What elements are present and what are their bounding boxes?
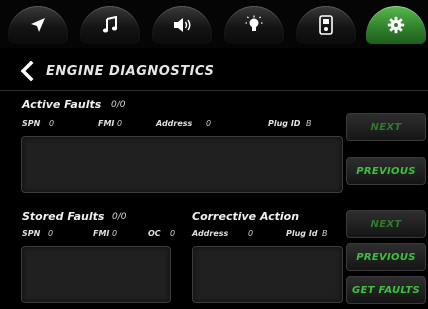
active-address-label: Address — [156, 119, 193, 128]
stored-oc-label: OC — [148, 229, 161, 238]
stored-faults-count: 0/0 — [112, 212, 127, 222]
active-faults-panel — [21, 136, 343, 193]
stored-faults-title: Stored Faults — [22, 210, 105, 223]
active-faults-title: Active Faults — [22, 98, 102, 111]
music-note-icon — [102, 16, 118, 33]
active-previous-button[interactable]: PREVIOUS — [346, 157, 426, 185]
stored-spn-label: SPN — [22, 229, 41, 238]
top-nav-bar — [0, 0, 428, 48]
corrective-address-value: 0 — [248, 229, 254, 238]
active-address-value: 0 — [206, 119, 212, 128]
corrective-address-label: Address — [192, 229, 229, 238]
stored-fmi-label: FMI — [93, 229, 110, 238]
corrective-action-title: Corrective Action — [192, 210, 300, 223]
corrective-plug-label: Plug Id — [286, 229, 318, 238]
active-fmi-label: FMI — [98, 119, 115, 128]
active-faults-count: 0/0 — [111, 100, 126, 110]
tab-lights[interactable] — [224, 6, 284, 44]
navigation-arrow-icon — [31, 18, 45, 32]
active-spn-value: 0 — [49, 119, 55, 128]
active-plug-value: B — [306, 119, 312, 128]
active-fmi-value: 0 — [117, 119, 123, 128]
active-next-button[interactable]: NEXT — [346, 113, 426, 141]
stored-spn-value: 0 — [48, 229, 54, 238]
lightbulb-icon — [245, 15, 263, 31]
page-title: ENGINE DIAGNOSTICS — [46, 63, 215, 79]
tab-settings[interactable] — [366, 6, 426, 44]
stored-faults-panel — [21, 246, 171, 303]
back-chevron-icon[interactable] — [20, 61, 34, 81]
corrective-plug-value: B — [322, 229, 328, 238]
stored-fmi-value: 0 — [112, 229, 118, 238]
speaker-icon — [174, 18, 191, 32]
tab-music[interactable] — [80, 6, 140, 44]
corrective-action-panel — [192, 246, 343, 303]
active-plug-label: Plug ID — [268, 119, 301, 128]
phone-device-icon — [319, 15, 333, 35]
tab-device[interactable] — [296, 6, 356, 44]
stored-oc-value: 0 — [170, 229, 176, 238]
tab-audio[interactable] — [152, 6, 212, 44]
tab-navigation[interactable] — [8, 6, 68, 44]
gear-icon — [387, 16, 405, 34]
active-spn-label: SPN — [22, 119, 41, 128]
header-divider — [0, 90, 428, 91]
stored-next-button[interactable]: NEXT — [346, 210, 426, 238]
page-header: ENGINE DIAGNOSTICS — [20, 56, 214, 86]
stored-previous-button[interactable]: PREVIOUS — [346, 243, 426, 271]
get-faults-button[interactable]: GET FAULTS — [346, 276, 426, 304]
